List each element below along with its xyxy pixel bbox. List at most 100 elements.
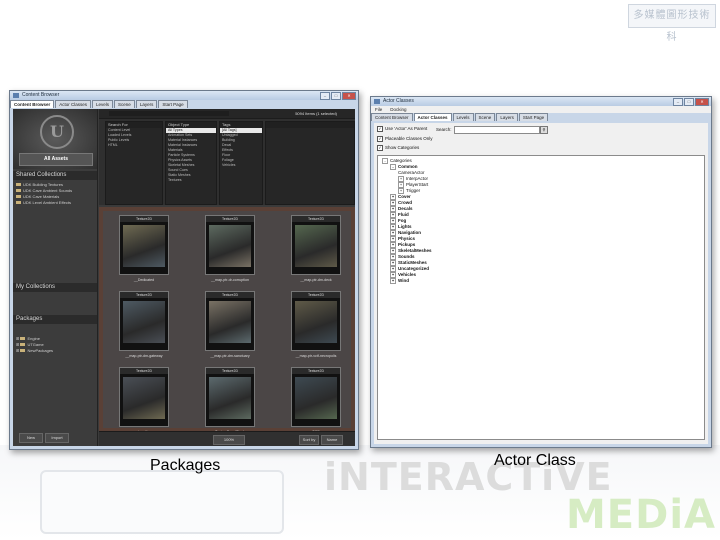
asset-thumbnail[interactable]: Texture2D __map-ptr-dm-gateway [119, 291, 169, 358]
use-actor-as-parent-checkbox[interactable]: ✓ [377, 126, 383, 132]
packages-tree: ⊞ Engine ⊞ UTGame ⊞ NewPackages [16, 336, 53, 354]
tab-content-browser[interactable]: Content Browser [10, 100, 55, 108]
filter-column-search: Search For Content Level Loaded Levels Publ… [105, 121, 163, 205]
unreal-logo-icon: U [40, 115, 74, 149]
maximize-button[interactable]: □ [684, 98, 694, 106]
class-tree-item[interactable]: + Wind [390, 278, 409, 284]
asset-search-input[interactable] [109, 111, 229, 116]
sort-by-dropdown[interactable]: Name [321, 435, 343, 445]
shared-collections-header[interactable]: Shared Collections [13, 171, 97, 180]
slide-background-band [0, 0, 720, 60]
tab-layers[interactable]: Layers [496, 113, 518, 121]
asset-preview-image [123, 225, 165, 267]
asset-preview-image [123, 377, 165, 419]
show-categories-option[interactable]: ✓ Show Categories [377, 145, 419, 151]
asset-thumbnail[interactable]: Texture2D __Dedicated [119, 215, 169, 282]
class-tree-label: Lights [398, 224, 412, 230]
asset-thumbnail[interactable]: Texture2D__map-ptr-vctf-suspense [119, 367, 169, 434]
asset-thumbnail[interactable]: Texture2D __map-ptr-vctf-necropolis [291, 291, 341, 358]
tab-layers[interactable]: Layers [135, 100, 158, 108]
content-browser-title: Content Browser [22, 92, 60, 98]
close-button[interactable]: ✕ [342, 92, 356, 100]
collection-label: UDK Building Textures [23, 182, 63, 187]
asset-name: __map-ptr-dr-corruption [211, 278, 249, 282]
asset-name: __map-ptr-dm-gateway [125, 354, 163, 358]
tab-actor-classes[interactable]: Actor Classes [413, 113, 452, 121]
filter-option[interactable]: Vehicles [220, 163, 262, 168]
placeable-classes-option[interactable]: ✓ Placeable Classes Only [377, 136, 433, 142]
tab-start-page[interactable]: Start Page [158, 100, 188, 108]
menu-docking[interactable]: Docking [390, 107, 406, 112]
asset-preview-image [209, 377, 251, 419]
expand-icon[interactable]: + [390, 278, 396, 284]
collapse-icon[interactable]: - [390, 164, 396, 170]
new-button[interactable]: New [19, 433, 43, 443]
zoom-level[interactable]: 100% [213, 435, 245, 445]
filter-option[interactable]: HTML [106, 143, 162, 148]
actor-classes-title: Actor Classes [383, 98, 414, 104]
asset-thumbnail[interactable]: Texture2D __map-ptr-dm-sanctuary [205, 291, 255, 358]
class-tree-label: StaticMeshes [398, 260, 427, 266]
package-label: UTGame [27, 342, 44, 347]
class-tree-label: PlayerStart [406, 182, 429, 188]
all-assets-button[interactable]: All Assets [19, 153, 93, 166]
class-tree-label: Fog [398, 218, 407, 224]
asset-name: __map-ptr-vctf-necropolis [295, 354, 337, 358]
asset-type-label: Texture2D [206, 292, 254, 298]
tab-content-browser[interactable]: Content Browser [371, 113, 413, 121]
tab-start-page[interactable]: Start Page [518, 113, 549, 121]
minimize-button[interactable]: – [673, 98, 683, 106]
filter-panel: 5094 Items (1 selected) Search For Conten… [99, 109, 355, 205]
shared-collections-list: UDK Building Textures UDK Cave Ambient So… [16, 182, 72, 206]
class-tree-label: Uncategorized [398, 266, 430, 272]
package-label: Engine [27, 336, 40, 341]
show-categories-checkbox[interactable]: ✓ [377, 145, 383, 151]
packages-header[interactable]: Packages [13, 315, 97, 324]
close-button[interactable]: ✕ [695, 98, 709, 106]
collection-label: UDK Cave Ambient Sounds [23, 188, 73, 193]
tab-levels[interactable]: Levels [452, 113, 474, 121]
actor-classes-menubar: File Docking [371, 106, 711, 113]
my-collections-header[interactable]: My Collections [13, 283, 97, 292]
tab-scene[interactable]: Scene [114, 100, 135, 108]
asset-type-label: Texture2D [292, 368, 340, 374]
tab-actor-classes[interactable]: Actor Classes [55, 100, 92, 108]
class-tree-label: Decals [398, 206, 413, 212]
class-tree-label: Physics [398, 236, 416, 242]
maximize-button[interactable]: □ [331, 92, 341, 100]
tab-scene[interactable]: Scene [474, 113, 496, 121]
use-actor-as-parent-option[interactable]: ✓ Use 'Actor' As Parent [377, 126, 427, 132]
asset-thumbnail[interactable]: Texture2D __map-ptr-dr-corruption [205, 215, 255, 282]
asset-name: __map-ptr-dm-deck [300, 278, 332, 282]
asset-preview-image [123, 301, 165, 343]
class-tree-label: Common [398, 164, 418, 170]
asset-thumbnail[interactable]: Texture2D __map-ptr-dm-deck [291, 215, 341, 282]
folder-icon [16, 195, 21, 199]
menu-file[interactable]: File [375, 107, 382, 112]
search-icon[interactable]: ⚲ [540, 126, 548, 134]
asset-thumbnail[interactable]: Texture2DTCP [291, 367, 341, 434]
asset-thumbnail-area: Texture2D __Dedicated Texture2D __map-ptr-d… [103, 211, 351, 434]
asset-preview-image [295, 377, 337, 419]
package-item[interactable]: ⊞ NewPackages [16, 348, 53, 354]
placeable-classes-checkbox[interactable]: ✓ [377, 136, 383, 142]
collapse-icon[interactable]: - [382, 158, 388, 164]
class-search-input[interactable] [454, 126, 540, 134]
asset-preview-image [209, 301, 251, 343]
collection-item[interactable]: UDK Level Ambient Effects [16, 200, 72, 206]
packages-label: Packages [16, 316, 43, 322]
asset-thumbnail[interactable]: Texture2DTextureDecalBlack [205, 367, 255, 434]
import-button[interactable]: Import [45, 433, 69, 443]
filter-option[interactable]: Textures [166, 178, 216, 183]
use-actor-as-parent-label: Use 'Actor' As Parent [385, 126, 428, 132]
actor-classes-window: Actor Classes – □ ✕ File Docking Content … [370, 96, 712, 448]
asset-type-label: Texture2D [120, 368, 168, 374]
browser-toolbar: 5094 Items (1 selected) [99, 109, 355, 119]
asset-name: __Dedicated [133, 278, 155, 282]
tab-levels[interactable]: Levels [92, 100, 114, 108]
asset-preview-image [209, 225, 251, 267]
minimize-button[interactable]: – [320, 92, 330, 100]
filter-column-tags: Tags [All Tags] Untagged Building Decal Effec… [219, 121, 263, 205]
class-tree-label: Vehicles [398, 272, 417, 278]
class-tree-label: Trigger [406, 188, 421, 194]
